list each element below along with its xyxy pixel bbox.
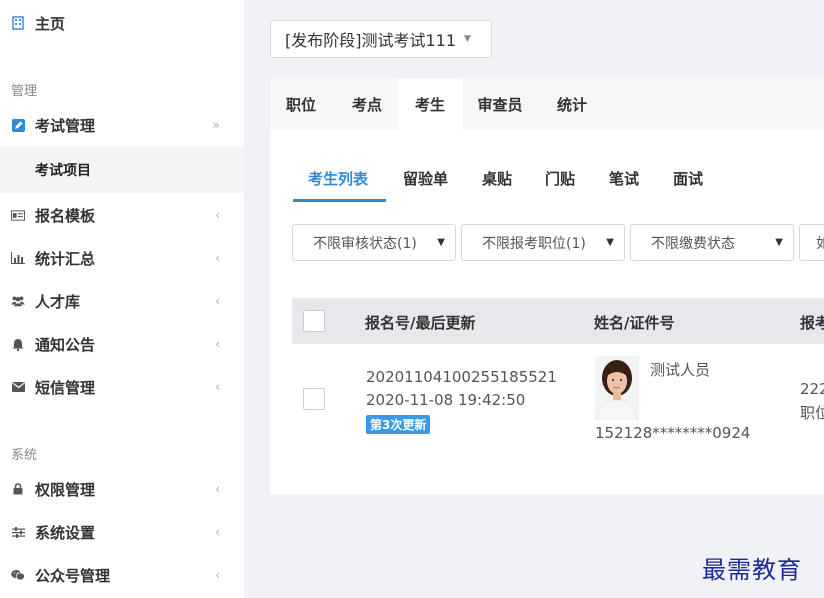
sidebar-item-talent[interactable]: 人才库 ‹ [0, 280, 244, 322]
sidebar-item-label: 系统设置 [35, 523, 96, 542]
caret-down-icon: ▼ [437, 237, 445, 248]
col-apply: 报考 [800, 314, 824, 332]
sidebar-item-notice[interactable]: 通知公告 ‹ [0, 323, 244, 365]
chevron-left-icon: ‹ [215, 208, 220, 222]
filter-position[interactable]: 不限报考职位(1) ▼ [461, 224, 625, 261]
sidebar-item-label: 公众号管理 [35, 566, 111, 585]
sliders-icon [11, 525, 25, 539]
sidebar-item-exam-project[interactable]: 考试项目 [0, 147, 244, 193]
filter-review-status[interactable]: 不限审核状态(1) ▼ [292, 224, 456, 261]
chevron-double-down-icon: » [212, 118, 220, 132]
filter-extra[interactable]: 如 [799, 224, 824, 261]
select-all-checkbox[interactable] [303, 310, 325, 332]
subtab-candidate-list[interactable]: 考生列表 [308, 168, 368, 189]
chevron-left-icon: ‹ [215, 568, 220, 582]
sidebar-item-stats[interactable]: 统计汇总 ‹ [0, 237, 244, 279]
candidate-name: 测试人员 [650, 361, 711, 379]
subtab-door-label[interactable]: 门贴 [545, 168, 575, 189]
update-count-badge: 第3次更新 [366, 415, 431, 434]
tab-exam-site[interactable]: 考点 [336, 78, 398, 130]
tab-bar: 职位 考点 考生 审查员 统计 [270, 78, 824, 130]
col-name-id: 姓名/证件号 [594, 314, 675, 332]
sidebar-section-manage: 管理 [11, 84, 38, 99]
subtab-verification-form[interactable]: 留验单 [403, 168, 448, 189]
stage-select[interactable]: [发布阶段]测试考试111 ▼ [270, 20, 492, 58]
bell-icon [11, 337, 25, 351]
sidebar-item-label: 人才库 [35, 292, 81, 311]
sidebar-item-permission[interactable]: 权限管理 ‹ [0, 468, 244, 510]
sidebar-item-label: 主页 [35, 14, 66, 33]
sidebar-item-home[interactable]: 主页 [0, 2, 244, 44]
row-checkbox[interactable] [303, 388, 325, 410]
sidebar: 主页 管理 考试管理 » 考试项目 报名模板 ‹ 统计汇总 ‹ 人才库 ‹ 通知… [0, 0, 244, 598]
bar-chart-icon [11, 251, 25, 265]
tab-reviewer[interactable]: 审查员 [468, 78, 532, 130]
filter-value: 不限审核状态(1) [313, 235, 417, 252]
apply-label: 职位 [800, 404, 824, 422]
col-reg-no: 报名号/最后更新 [365, 314, 476, 332]
filter-payment-status[interactable]: 不限缴费状态 ▼ [630, 224, 794, 261]
sidebar-item-label: 通知公告 [35, 335, 96, 354]
tab-statistics[interactable]: 统计 [540, 78, 604, 130]
chevron-left-icon: ‹ [215, 525, 220, 539]
id-card-icon [11, 208, 25, 222]
sidebar-item-label: 报名模板 [35, 206, 96, 225]
stage-select-value: [发布阶段]测试考试111 [285, 31, 457, 50]
caret-down-icon: ▼ [464, 34, 471, 44]
filter-value: 不限报考职位(1) [482, 235, 586, 252]
envelope-icon [11, 380, 25, 394]
sidebar-item-settings[interactable]: 系统设置 ‹ [0, 511, 244, 553]
chevron-left-icon: ‹ [215, 482, 220, 496]
chevron-left-icon: ‹ [215, 337, 220, 351]
subtab-desk-label[interactable]: 桌贴 [482, 168, 512, 189]
filter-value: 如 [816, 233, 824, 253]
candidate-panel: 考生列表 留验单 桌贴 门贴 笔试 面试 不限审核状态(1) ▼ 不限报考职位(… [270, 130, 824, 494]
chevron-left-icon: ‹ [215, 380, 220, 394]
sidebar-item-label: 短信管理 [35, 378, 96, 397]
lock-icon [11, 482, 25, 496]
sidebar-item-label: 统计汇总 [35, 249, 96, 268]
watermark-text: 最需教育 [702, 556, 802, 584]
chevron-left-icon: ‹ [215, 294, 220, 308]
chevron-left-icon: ‹ [215, 251, 220, 265]
caret-down-icon: ▼ [775, 237, 783, 248]
table-header: 报名号/最后更新 姓名/证件号 报考 [292, 298, 824, 344]
edit-icon [11, 118, 25, 132]
sidebar-item-reg-template[interactable]: 报名模板 ‹ [0, 194, 244, 236]
last-updated: 2020-11-08 19:42:50 [366, 391, 526, 409]
sidebar-item-exam-manage[interactable]: 考试管理 » [0, 104, 244, 146]
tab-candidate[interactable]: 考生 [398, 78, 462, 130]
sidebar-item-wechat[interactable]: 公众号管理 ‹ [0, 554, 244, 596]
wechat-icon [11, 568, 25, 582]
sidebar-item-label: 权限管理 [35, 480, 96, 499]
reg-no: 20201104100255185521 [366, 368, 557, 386]
candidate-id-no: 152128********0924 [595, 424, 751, 442]
apply-code: 222 [800, 380, 824, 398]
candidate-photo [595, 356, 639, 420]
caret-down-icon: ▼ [606, 237, 614, 248]
users-icon [11, 294, 25, 308]
subtab-interview[interactable]: 面试 [673, 168, 703, 189]
filter-value: 不限缴费状态 [651, 235, 735, 252]
sidebar-item-sms[interactable]: 短信管理 ‹ [0, 366, 244, 408]
active-subtab-indicator [293, 199, 386, 202]
sidebar-item-label: 考试管理 [35, 116, 96, 135]
building-icon [11, 16, 25, 30]
sidebar-section-system: 系统 [11, 448, 38, 463]
tab-position[interactable]: 职位 [270, 78, 332, 130]
subtab-written-exam[interactable]: 笔试 [609, 168, 639, 189]
